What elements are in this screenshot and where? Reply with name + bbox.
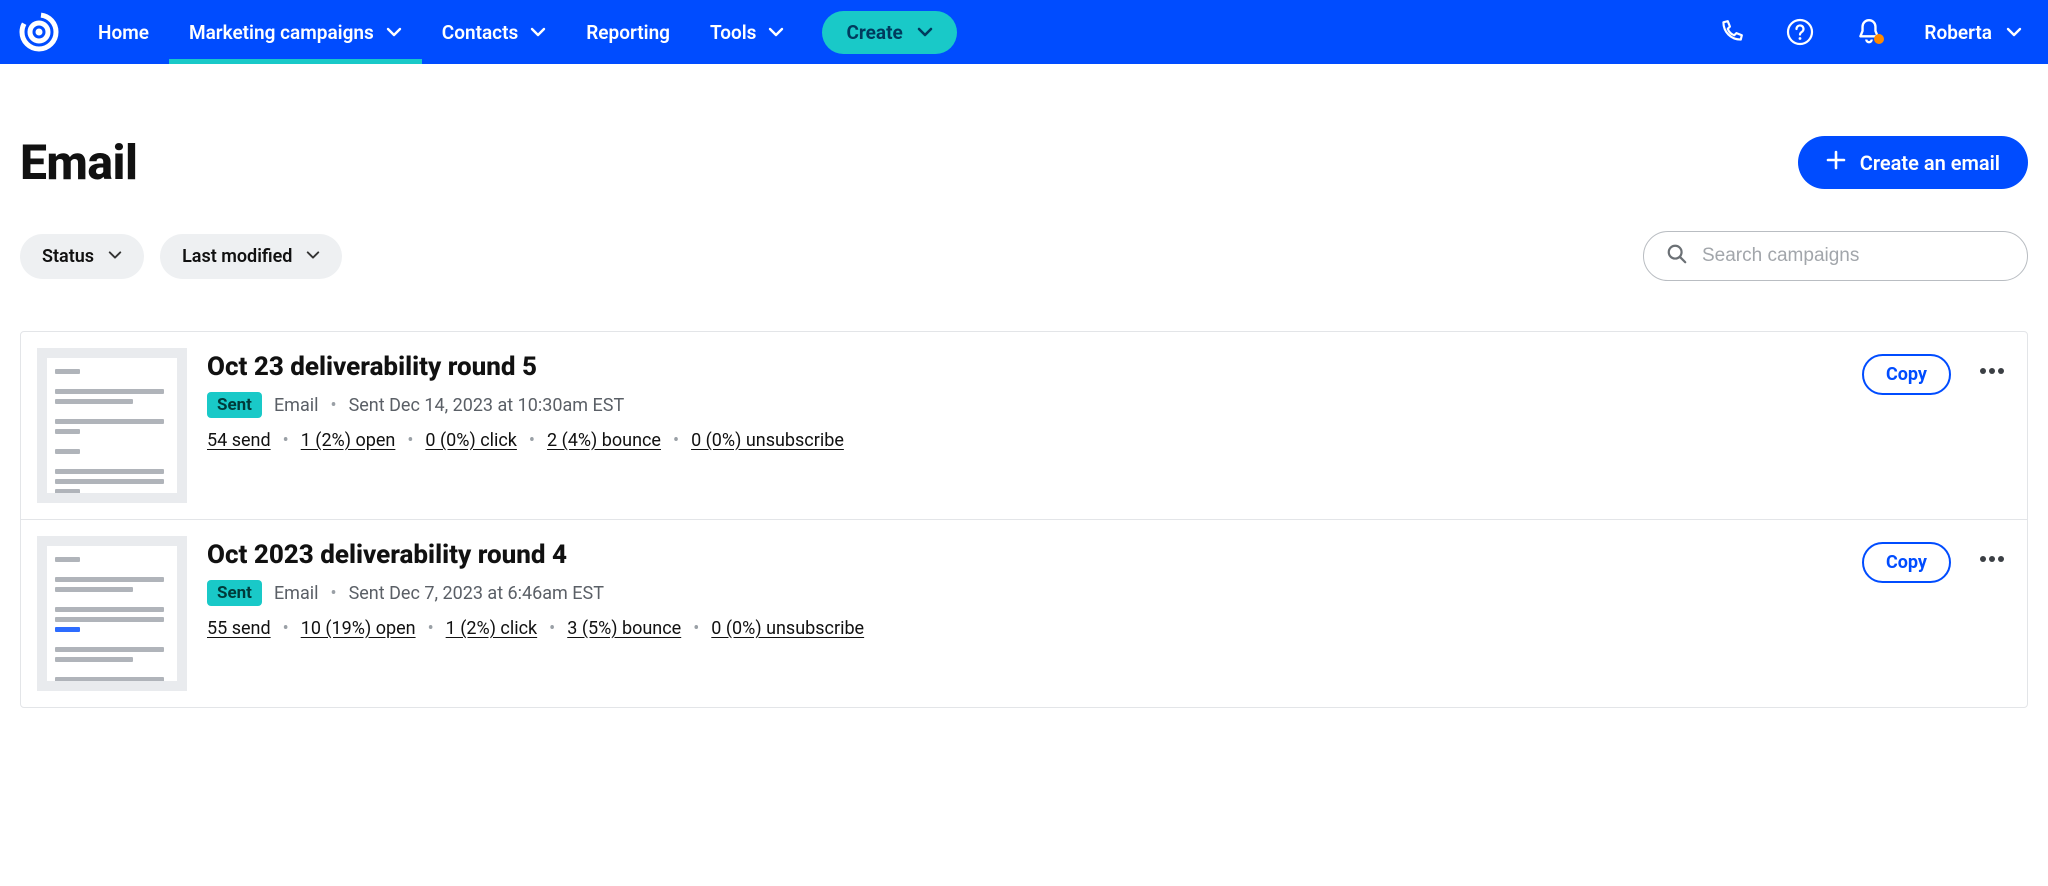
phone-icon[interactable] [1718, 19, 1744, 45]
dot-separator: • [673, 430, 679, 451]
filters: Status Last modified [20, 234, 342, 279]
nav-reporting[interactable]: Reporting [566, 0, 690, 64]
campaign-stats: 55 send • 10 (19%) open • 1 (2%) click •… [207, 618, 1842, 639]
stat-bounce[interactable]: 3 (5%) bounce [567, 618, 681, 639]
stat-bounce[interactable]: 2 (4%) bounce [547, 430, 661, 451]
campaign-list: Oct 23 deliverability round 5 Sent Email… [20, 331, 2028, 708]
bell-icon[interactable] [1856, 18, 1882, 46]
campaign-actions: Copy [1862, 348, 2011, 503]
chevron-down-icon [2006, 24, 2022, 40]
copy-button[interactable]: Copy [1862, 354, 1951, 395]
dot-separator: • [549, 618, 555, 639]
nav-tools[interactable]: Tools [690, 0, 804, 64]
thumbnail-preview [47, 358, 177, 493]
nav-home[interactable]: Home [78, 0, 169, 64]
stat-send[interactable]: 55 send [207, 618, 271, 639]
status-badge: Sent [207, 580, 262, 606]
campaign-stats: 54 send • 1 (2%) open • 0 (0%) click • 2… [207, 430, 1842, 451]
create-email-label: Create an email [1860, 151, 2000, 175]
nav-label: Contacts [442, 21, 518, 44]
dot-separator: • [693, 618, 699, 639]
campaign-actions: Copy [1862, 536, 2011, 691]
create-label: Create [846, 21, 902, 44]
chevron-down-icon [530, 24, 546, 40]
campaign-title[interactable]: Oct 23 deliverability round 5 [207, 352, 1842, 382]
campaign-type: Email [274, 395, 319, 416]
campaign-title[interactable]: Oct 2023 deliverability round 4 [207, 540, 1842, 570]
dot-separator: • [428, 618, 434, 639]
nav-label: Reporting [586, 21, 670, 44]
campaign-thumbnail[interactable] [37, 348, 187, 503]
notification-dot [1874, 34, 1884, 44]
stat-send[interactable]: 54 send [207, 430, 271, 451]
stat-open[interactable]: 10 (19%) open [301, 618, 416, 639]
dot-separator: • [283, 430, 289, 451]
nav-marketing-campaigns[interactable]: Marketing campaigns [169, 0, 422, 64]
stat-click[interactable]: 0 (0%) click [425, 430, 517, 451]
sort-filter-label: Last modified [182, 246, 292, 267]
chevron-down-icon [108, 246, 122, 267]
stat-open[interactable]: 1 (2%) open [301, 430, 396, 451]
chevron-down-icon [768, 24, 784, 40]
chevron-down-icon [306, 246, 320, 267]
nav-label: Home [98, 21, 149, 44]
campaign-sent-at: Sent Dec 14, 2023 at 10:30am EST [349, 395, 625, 416]
sort-filter[interactable]: Last modified [160, 234, 342, 279]
stat-unsubscribe[interactable]: 0 (0%) unsubscribe [691, 430, 844, 451]
status-filter[interactable]: Status [20, 234, 144, 279]
nav-label: Tools [710, 21, 756, 44]
create-email-button[interactable]: Create an email [1798, 136, 2028, 189]
more-menu-button[interactable] [1973, 354, 2011, 385]
user-menu[interactable]: Roberta [1924, 21, 2022, 44]
more-menu-button[interactable] [1973, 542, 2011, 573]
page-title: Email [20, 134, 137, 191]
create-button[interactable]: Create [822, 11, 956, 54]
dot-separator: • [331, 395, 337, 416]
campaign-body: Oct 23 deliverability round 5 Sent Email… [207, 348, 1842, 503]
plus-icon [1826, 150, 1846, 175]
campaign-row: Oct 2023 deliverability round 4 Sent Ema… [21, 520, 2027, 707]
nav-label: Marketing campaigns [189, 21, 374, 44]
help-icon[interactable] [1786, 18, 1814, 46]
more-horizontal-icon [1979, 360, 2005, 379]
campaign-thumbnail[interactable] [37, 536, 187, 691]
user-name: Roberta [1924, 21, 1992, 44]
logo-icon [18, 11, 60, 53]
chevron-down-icon [917, 24, 933, 40]
campaign-meta: Sent Email • Sent Dec 7, 2023 at 6:46am … [207, 580, 1842, 606]
dot-separator: • [283, 618, 289, 639]
nav-items: Home Marketing campaigns Contacts Report… [78, 0, 957, 64]
status-badge: Sent [207, 392, 262, 418]
search-icon [1666, 243, 1688, 269]
dot-separator: • [529, 430, 535, 451]
search-input[interactable] [1702, 245, 2005, 267]
campaign-row: Oct 23 deliverability round 5 Sent Email… [21, 332, 2027, 520]
status-filter-label: Status [42, 246, 94, 267]
nav-contacts[interactable]: Contacts [422, 0, 566, 64]
page-header: Email Create an email [20, 64, 2028, 231]
dot-separator: • [407, 430, 413, 451]
stat-click[interactable]: 1 (2%) click [446, 618, 538, 639]
top-nav: Home Marketing campaigns Contacts Report… [0, 0, 2048, 64]
filter-bar: Status Last modified [20, 231, 2028, 331]
dot-separator: • [331, 583, 337, 604]
nav-right: Roberta [1718, 18, 2022, 46]
campaign-type: Email [274, 583, 319, 604]
search-field[interactable] [1643, 231, 2028, 281]
campaign-meta: Sent Email • Sent Dec 14, 2023 at 10:30a… [207, 392, 1842, 418]
stat-unsubscribe[interactable]: 0 (0%) unsubscribe [711, 618, 864, 639]
copy-button[interactable]: Copy [1862, 542, 1951, 583]
campaign-sent-at: Sent Dec 7, 2023 at 6:46am EST [349, 583, 604, 604]
thumbnail-preview [47, 546, 177, 681]
campaign-body: Oct 2023 deliverability round 4 Sent Ema… [207, 536, 1842, 691]
chevron-down-icon [386, 24, 402, 40]
logo[interactable] [18, 11, 78, 53]
more-horizontal-icon [1979, 548, 2005, 567]
